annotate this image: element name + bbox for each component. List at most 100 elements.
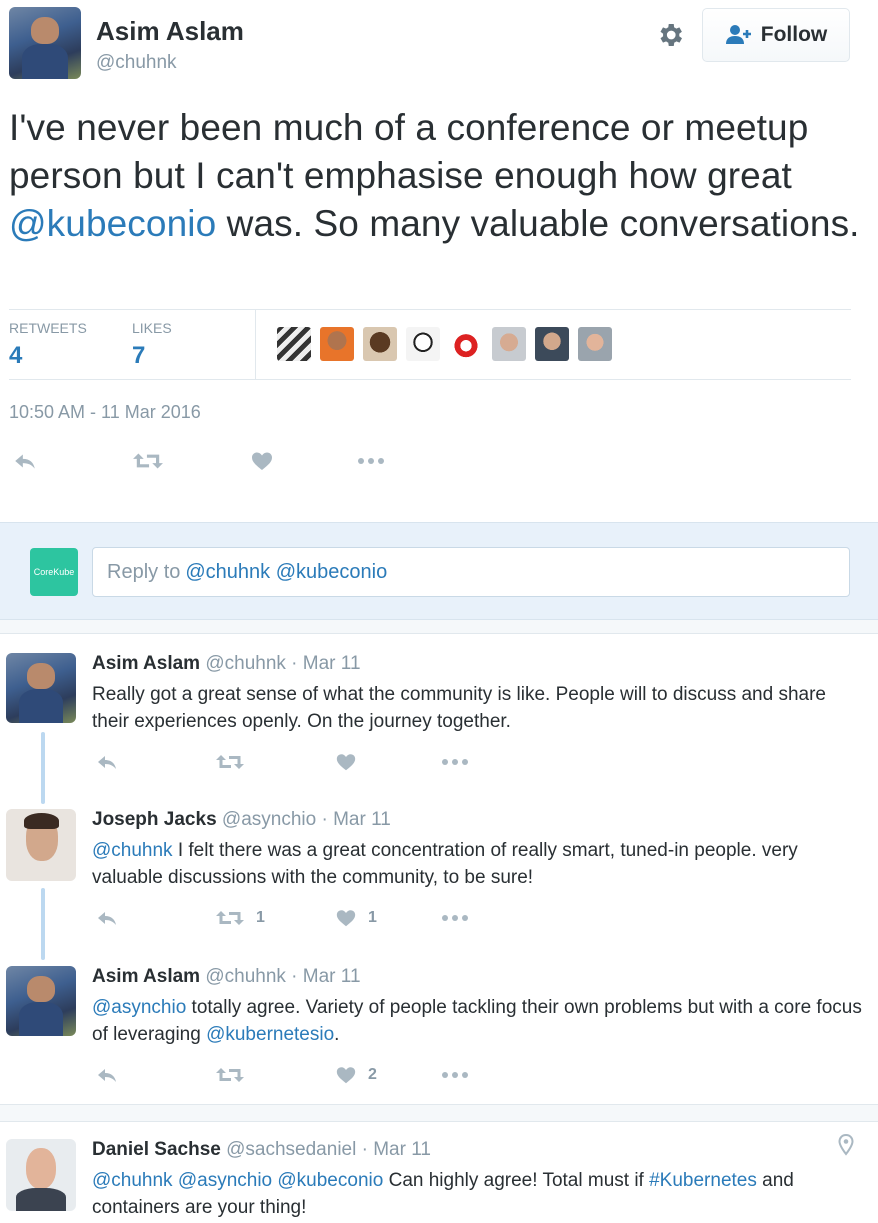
reply-author-name[interactable]: Daniel Sachse: [92, 1139, 221, 1160]
reply-mentions: @chuhnk @kubeconio: [185, 560, 388, 583]
reply-actions: [94, 750, 470, 774]
reply-header: Asim Aslam @chuhnk · Mar 11: [92, 966, 361, 988]
retweet-button[interactable]: [132, 448, 250, 474]
likes-count: 7: [132, 342, 146, 369]
reply-icon: [12, 448, 38, 474]
retweet-icon: [132, 448, 164, 474]
more-icon: [440, 1070, 470, 1080]
reply-header: Asim Aslam @chuhnk · Mar 11: [92, 653, 361, 675]
reply-button[interactable]: [94, 750, 214, 774]
mention-link[interactable]: @kubernetesio: [206, 1024, 334, 1045]
like-count: 1: [368, 909, 377, 926]
retweet-icon: [214, 750, 246, 774]
mention-links[interactable]: @chuhnk @asynchio @kubeconio: [92, 1170, 383, 1191]
like-button[interactable]: [250, 449, 356, 473]
more-icon: [356, 456, 386, 466]
retweet-icon: [214, 906, 246, 930]
author-name[interactable]: Asim Aslam: [96, 16, 244, 47]
retweet-button[interactable]: [214, 750, 334, 774]
reply-icon: [94, 906, 120, 930]
reply-header: Joseph Jacks @asynchio · Mar 11: [92, 809, 391, 831]
retweets-label: RETWEETS: [9, 320, 87, 336]
add-user-icon: [725, 25, 751, 44]
reply-author-name[interactable]: Joseph Jacks: [92, 809, 217, 830]
reply-text-part: I felt there was a great concentration o…: [92, 840, 798, 888]
conversation-separator: [0, 1104, 878, 1122]
more-icon: [440, 757, 470, 767]
follow-button[interactable]: Follow: [702, 8, 850, 62]
reply-actions: 2: [94, 1063, 470, 1087]
hashtag-link[interactable]: #Kubernetes: [649, 1170, 757, 1191]
tux-avatar[interactable]: [449, 327, 483, 361]
like-button[interactable]: 2: [334, 1064, 440, 1086]
reply-actions: 1 1: [94, 906, 470, 930]
tweet-text-part: I've never been much of a conference or …: [9, 107, 809, 196]
reply-icon: [94, 1063, 120, 1087]
mention-link[interactable]: @asynchio: [92, 997, 186, 1018]
reply-text-part: .: [334, 1024, 340, 1045]
sketch-avatar[interactable]: [406, 327, 440, 361]
avatar[interactable]: [9, 7, 81, 79]
likes-stat[interactable]: LIKES 7: [132, 320, 172, 370]
avatar[interactable]: [6, 1139, 76, 1211]
stats-divider: [255, 310, 256, 380]
tweet-text-part: was. So many valuable conversations.: [216, 203, 860, 244]
like-button[interactable]: 1: [334, 907, 440, 929]
mention-link[interactable]: @kubeconio: [9, 203, 216, 244]
gear-icon[interactable]: [655, 20, 685, 50]
smiling-avatar[interactable]: [535, 327, 569, 361]
reply-text: Really got a great sense of what the com…: [92, 684, 826, 732]
more-button[interactable]: [356, 456, 386, 466]
retweet-button[interactable]: 1: [214, 906, 334, 930]
retweet-count: 1: [256, 909, 265, 926]
reply-bar: CoreKube Reply to @chuhnk @kubeconio: [0, 522, 878, 620]
like-button[interactable]: [334, 751, 440, 773]
reply-tweet: Joseph Jacks @asynchio · Mar 11 @chuhnk …: [0, 809, 878, 949]
avatar[interactable]: [6, 966, 76, 1036]
avatar[interactable]: [6, 809, 76, 881]
follow-label: Follow: [760, 23, 828, 46]
mention-link[interactable]: @chuhnk: [92, 840, 173, 861]
more-button[interactable]: [440, 757, 470, 767]
clapperboard-avatar[interactable]: [277, 327, 311, 361]
reply-author-name[interactable]: Asim Aslam: [92, 653, 200, 674]
reply-icon: [94, 750, 120, 774]
location-pin-icon[interactable]: [838, 1134, 854, 1156]
retweets-stat[interactable]: RETWEETS 4: [9, 320, 87, 370]
more-button[interactable]: [440, 1070, 470, 1080]
likes-label: LIKES: [132, 320, 172, 336]
heart-icon: [334, 907, 358, 929]
tweet-actions: [12, 448, 386, 474]
more-button[interactable]: [440, 913, 470, 923]
account-avatar[interactable]: CoreKube: [30, 548, 78, 596]
reply-author-handle[interactable]: @chuhnk · Mar 11: [205, 966, 360, 987]
more-icon: [440, 913, 470, 923]
reply-tweet: Daniel Sachse @sachsedaniel · Mar 11 @ch…: [0, 1139, 878, 1223]
reply-input[interactable]: Reply to @chuhnk @kubeconio: [92, 547, 850, 597]
section-gap: [0, 620, 878, 634]
reply-author-handle[interactable]: @chuhnk · Mar 11: [205, 653, 360, 674]
tweet-text: I've never been much of a conference or …: [9, 104, 869, 248]
orange-avatar[interactable]: [320, 327, 354, 361]
retweets-count: 4: [9, 342, 23, 369]
tweet-stats: RETWEETS 4 LIKES 7: [9, 309, 851, 380]
avatar[interactable]: [6, 653, 76, 723]
reply-text-part: Can highly agree! Total must if: [383, 1170, 650, 1191]
reply-author-handle[interactable]: @asynchio · Mar 11: [222, 809, 391, 830]
blond-avatar[interactable]: [578, 327, 612, 361]
reply-button[interactable]: [94, 906, 214, 930]
cartoon-avatar[interactable]: [363, 327, 397, 361]
tweet-timestamp[interactable]: 10:50 AM - 11 Mar 2016: [9, 402, 201, 423]
reply-tweet: Asim Aslam @chuhnk · Mar 11 Really got a…: [0, 653, 878, 793]
reply-text: @chuhnk @asynchio @kubeconio Can highly …: [92, 1167, 862, 1221]
reply-author-name[interactable]: Asim Aslam: [92, 966, 200, 987]
reply-header: Daniel Sachse @sachsedaniel · Mar 11: [92, 1139, 431, 1161]
reply-button[interactable]: [94, 1063, 214, 1087]
reply-button[interactable]: [12, 448, 132, 474]
bald-avatar[interactable]: [492, 327, 526, 361]
heart-icon: [250, 449, 274, 473]
liker-avatars: [277, 327, 612, 361]
reply-author-handle[interactable]: @sachsedaniel · Mar 11: [226, 1139, 431, 1160]
author-handle[interactable]: @chuhnk: [96, 52, 177, 74]
retweet-button[interactable]: [214, 1063, 334, 1087]
